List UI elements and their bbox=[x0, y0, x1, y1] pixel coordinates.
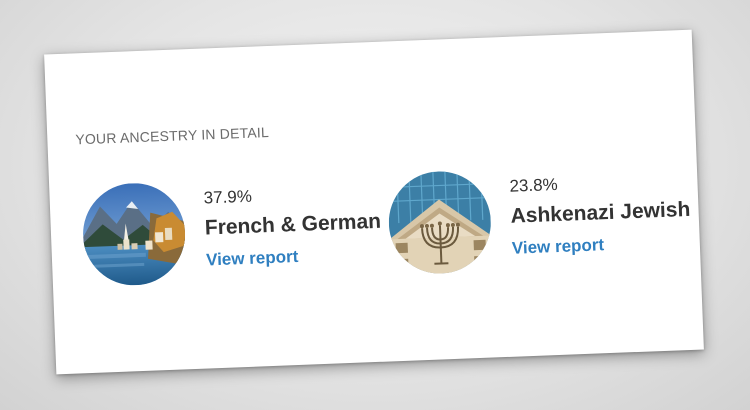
section-heading: YOUR ANCESTRY IN DETAIL bbox=[75, 123, 270, 148]
alpine-lake-village-image bbox=[81, 181, 187, 288]
region-info: 23.8% Ashkenazi Jewish View report bbox=[509, 170, 692, 259]
menorah-facade-image bbox=[386, 169, 493, 276]
region-ashkenazi-jewish: 23.8% Ashkenazi Jewish View report bbox=[386, 162, 692, 276]
alpine-lake-village-icon bbox=[81, 181, 187, 288]
region-info: 37.9% French & German View report bbox=[203, 182, 382, 271]
view-report-link[interactable]: View report bbox=[206, 244, 383, 271]
region-percentage: 37.9% bbox=[203, 186, 253, 208]
region-name: French & German bbox=[204, 209, 382, 240]
region-percentage: 23.8% bbox=[509, 174, 559, 196]
menorah-building-icon bbox=[386, 169, 493, 276]
view-report-link[interactable]: View report bbox=[512, 232, 692, 259]
region-french-german: 37.9% French & German View report bbox=[81, 174, 383, 288]
region-name: Ashkenazi Jewish bbox=[510, 197, 691, 228]
ancestry-detail-card: YOUR ANCESTRY IN DETAIL 37.9% French & G… bbox=[44, 29, 704, 375]
